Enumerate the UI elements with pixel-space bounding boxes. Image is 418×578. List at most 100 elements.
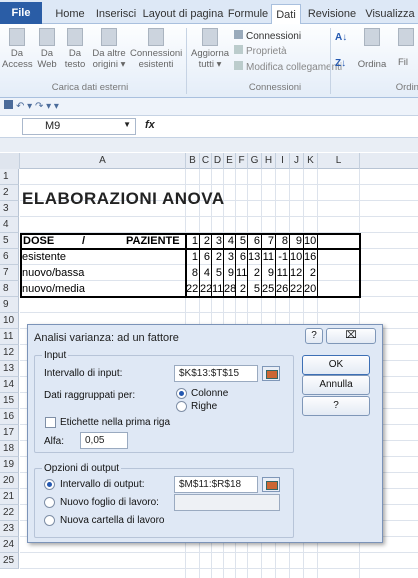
cell-row-label[interactable]: esistente: [22, 249, 182, 265]
table-border: [317, 233, 318, 297]
row-header[interactable]: 14: [0, 377, 19, 393]
table-border: [199, 233, 200, 297]
row-header[interactable]: 12: [0, 345, 19, 361]
cell-value[interactable]: 11: [262, 249, 276, 265]
labels-checkbox-label: Etichette nella prima riga: [60, 417, 171, 428]
cell-dose[interactable]: DOSE: [23, 233, 63, 249]
table-border: [359, 233, 361, 298]
table-border: [185, 233, 187, 298]
row-header[interactable]: 2: [0, 185, 19, 201]
cell-value[interactable]: -1: [276, 249, 290, 265]
radio-new-sheet[interactable]: [44, 497, 55, 508]
cell-value[interactable]: 25: [262, 281, 276, 297]
table-border: [211, 233, 212, 297]
input-range-field[interactable]: $K$13:$T$15: [174, 365, 258, 382]
cell-value[interactable]: 2: [304, 265, 318, 281]
cell-row-label[interactable]: nuovo/media: [22, 281, 182, 297]
sheet-title: ELABORAZIONI ANOVA: [22, 189, 225, 208]
ok-button[interactable]: OK: [302, 355, 370, 375]
cell-value[interactable]: 9: [262, 265, 276, 281]
radio-rows[interactable]: [176, 401, 187, 412]
cell-row-label[interactable]: nuovo/bassa: [22, 265, 182, 281]
cell-value[interactable]: 5: [248, 281, 262, 297]
cell-value[interactable]: 8: [186, 265, 200, 281]
help-button[interactable]: ?: [302, 396, 370, 416]
row-header[interactable]: 1: [0, 169, 19, 185]
table-border: [303, 233, 304, 297]
alpha-field[interactable]: 0,05: [80, 432, 128, 449]
row-header[interactable]: 5: [0, 233, 19, 249]
row-header[interactable]: 23: [0, 521, 19, 537]
row-header[interactable]: 11: [0, 329, 19, 345]
row-header[interactable]: 15: [0, 393, 19, 409]
table-border: [247, 233, 248, 297]
table-border: [20, 248, 360, 250]
new-workbook-label: Nuova cartella di lavoro: [60, 515, 165, 526]
row-header[interactable]: 18: [0, 441, 19, 457]
input-range-label: Intervallo di input:: [44, 368, 123, 379]
dialog-title: Analisi varianza: ad un fattore: [34, 332, 179, 344]
cell-value[interactable]: 10: [290, 249, 304, 265]
cell-value[interactable]: 13: [248, 249, 262, 265]
radio-columns[interactable]: [176, 388, 187, 399]
row-header[interactable]: 8: [0, 281, 19, 297]
labels-checkbox[interactable]: [45, 417, 56, 428]
table-border: [275, 233, 276, 297]
table-border: [289, 233, 290, 297]
table-border: [20, 233, 360, 235]
row-header[interactable]: 25: [0, 553, 19, 569]
cell-patient-number[interactable]: 9: [290, 233, 304, 249]
range-select-icon[interactable]: [262, 366, 280, 381]
row-header[interactable]: 19: [0, 457, 19, 473]
cell-value[interactable]: 1: [186, 249, 200, 265]
row-header[interactable]: 20: [0, 473, 19, 489]
help-icon[interactable]: ?: [305, 328, 323, 344]
row-header[interactable]: 10: [0, 313, 19, 329]
input-group-label: Input: [42, 350, 69, 361]
cell-patient-number[interactable]: 8: [276, 233, 290, 249]
cell-value[interactable]: 11: [276, 265, 290, 281]
cell-slash[interactable]: /: [82, 233, 92, 249]
table-border: [261, 233, 262, 297]
row-header[interactable]: 24: [0, 537, 19, 553]
row-header[interactable]: 16: [0, 409, 19, 425]
cell-value[interactable]: 12: [290, 265, 304, 281]
table-border: [235, 233, 236, 297]
output-range-field[interactable]: $M$11:$R$18: [174, 476, 258, 493]
cell-paziente[interactable]: PAZIENTE: [126, 233, 184, 249]
row-header[interactable]: 13: [0, 361, 19, 377]
row-header[interactable]: 7: [0, 265, 19, 281]
radio-new-workbook[interactable]: [44, 515, 55, 526]
alpha-label: Alfa:: [44, 436, 65, 447]
grouped-by-label: Dati raggruppati per:: [44, 390, 136, 401]
close-icon[interactable]: ⌧: [326, 328, 376, 344]
cell-patient-number[interactable]: 1: [186, 233, 200, 249]
radio-columns-label: Colonne: [191, 388, 229, 399]
new-sheet-field[interactable]: [174, 494, 280, 511]
output-range-label: Intervallo di output:: [60, 479, 145, 490]
cell-value[interactable]: 20: [304, 281, 318, 297]
cancel-button[interactable]: Annulla: [302, 375, 370, 395]
cell-value[interactable]: 2: [248, 265, 262, 281]
cell-patient-number[interactable]: 10: [304, 233, 318, 249]
row-header[interactable]: 6: [0, 249, 19, 265]
radio-output-range[interactable]: [44, 479, 55, 490]
cell-value[interactable]: 22: [290, 281, 304, 297]
row-header[interactable]: 17: [0, 425, 19, 441]
cell-value[interactable]: 22: [186, 281, 200, 297]
anova-dialog: Analisi varianza: ad un fattore ? ⌧ Inpu…: [27, 324, 383, 543]
cell-patient-number[interactable]: 7: [262, 233, 276, 249]
range-select-icon[interactable]: [262, 477, 280, 492]
cell-value[interactable]: 26: [276, 281, 290, 297]
row-header[interactable]: 21: [0, 489, 19, 505]
new-sheet-label: Nuovo foglio di lavoro:: [60, 497, 159, 508]
output-group-label: Opzioni di output: [42, 463, 122, 474]
table-border: [20, 296, 360, 298]
row-header[interactable]: 9: [0, 297, 19, 313]
row-header[interactable]: 3: [0, 201, 19, 217]
table-border: [20, 233, 22, 298]
cell-patient-number[interactable]: 6: [248, 233, 262, 249]
row-header[interactable]: 22: [0, 505, 19, 521]
row-header[interactable]: 4: [0, 217, 19, 233]
cell-value[interactable]: 16: [304, 249, 318, 265]
